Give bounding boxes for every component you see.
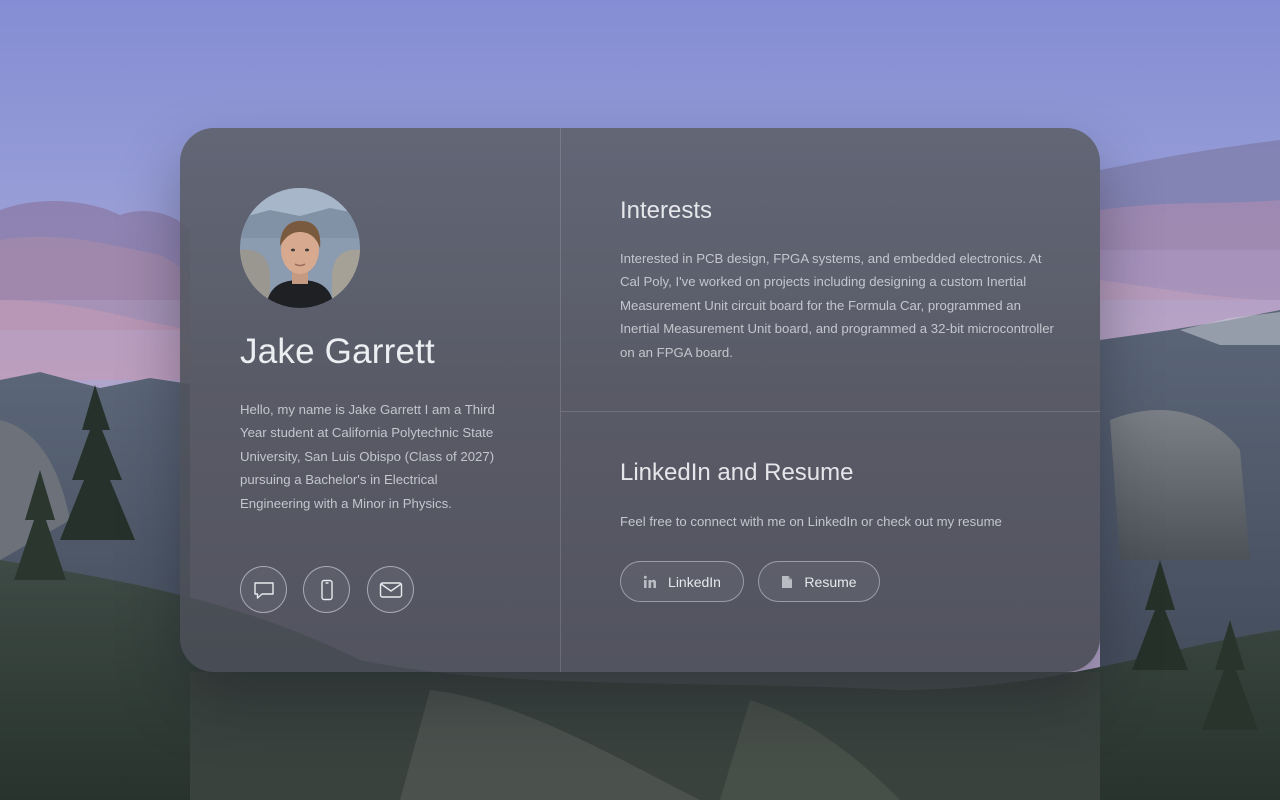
profile-name: Jake Garrett (240, 332, 435, 371)
profile-column: Jake Garrett Hello, my name is Jake Garr… (180, 128, 561, 672)
document-icon (781, 575, 793, 589)
interests-title: Interests (620, 197, 713, 224)
linkedin-label: LinkedIn (668, 573, 721, 590)
resume-label: Resume (804, 573, 857, 590)
section-divider (561, 411, 1100, 412)
email-button[interactable] (367, 566, 414, 613)
profile-bio: Hello, my name is Jake Garrett I am a Th… (240, 402, 495, 511)
phone-button[interactable] (303, 566, 350, 613)
profile-card: Jake Garrett Hello, my name is Jake Garr… (180, 128, 1100, 672)
chat-bubble-icon (252, 578, 276, 602)
mail-icon (378, 578, 404, 602)
links-title: LinkedIn and Resume (620, 459, 854, 486)
message-button[interactable] (240, 566, 287, 613)
interests-text: Interested in PCB design, FPGA systems, … (620, 251, 1054, 360)
linkedin-icon (643, 575, 657, 589)
resume-button[interactable]: Resume (758, 561, 880, 602)
avatar (240, 188, 360, 308)
links-text: Feel free to connect with me on LinkedIn… (620, 514, 1002, 529)
details-column: Interests Interested in PCB design, FPGA… (561, 128, 1100, 672)
linkedin-button[interactable]: LinkedIn (620, 561, 744, 602)
phone-icon (315, 578, 339, 602)
